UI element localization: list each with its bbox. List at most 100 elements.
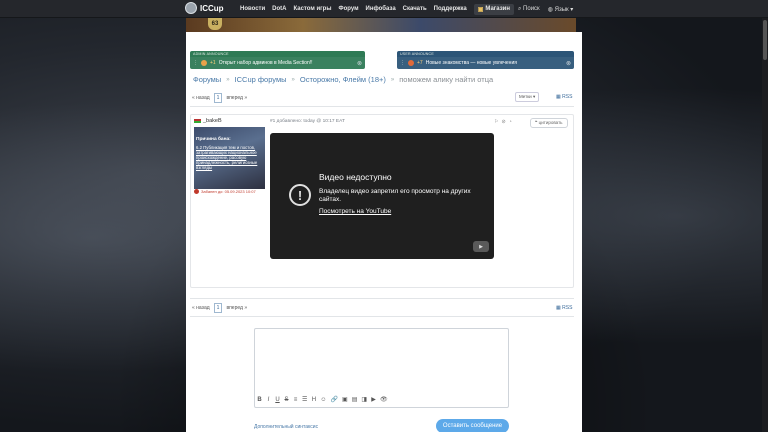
post-tools: ⚐ ⊘ ◔	[494, 119, 512, 125]
scrollbar[interactable]	[762, 18, 768, 432]
bold-icon[interactable]: B	[257, 397, 262, 403]
italic-icon[interactable]: I	[266, 397, 271, 403]
ignore-icon[interactable]: ⊘	[501, 119, 505, 125]
site-logo[interactable]: ICCup	[185, 2, 224, 14]
nav-support[interactable]: Поддержка	[434, 6, 467, 12]
rss-label: RSS	[562, 305, 573, 311]
link-icon[interactable]: 🔗	[331, 396, 338, 403]
breadcrumb-forums[interactable]: Форумы	[193, 75, 221, 84]
underline-icon[interactable]: U	[275, 397, 280, 403]
admin-announce-count: +1	[210, 60, 216, 66]
gallery-icon[interactable]: ▤	[352, 396, 358, 403]
pager-prev[interactable]: « назад	[192, 305, 210, 311]
ban-notice: Забанен до: 05.09.2023 10:07	[194, 189, 256, 194]
tags-label: Метки	[519, 94, 532, 99]
pager-next[interactable]: вперед »	[226, 95, 247, 101]
admin-announcement[interactable]: ADMIN ANNOUNCE ⋮ +1 Открыт набор админов…	[190, 51, 365, 69]
top-navigation: ICCup Новости DotA Кастом игры Форум Инф…	[0, 0, 768, 18]
header-banner	[186, 18, 576, 32]
alert-icon: !	[289, 184, 311, 206]
breadcrumb-iccup-forums[interactable]: ICCup форумы	[235, 75, 287, 84]
rss-link-top[interactable]: ▦ RSS	[556, 94, 572, 100]
scrollbar-thumb[interactable]	[763, 20, 767, 60]
nav-menu: Новости DotA Кастом игры Форум Инфобаза …	[240, 0, 514, 18]
report-icon[interactable]: ⚐	[494, 119, 498, 125]
youtube-link[interactable]: Посмотреть на YouTube	[319, 208, 391, 215]
warning-icon	[194, 189, 199, 194]
user-announce-text[interactable]: Новые знакомства — новые увлечения	[426, 60, 563, 66]
post-author[interactable]: _bakeB	[194, 118, 222, 124]
search-link[interactable]: ⌕ Поиск	[518, 6, 540, 13]
nav-download[interactable]: Скачать	[403, 6, 427, 12]
video-title: Видео недоступно	[319, 172, 392, 182]
pager-page[interactable]: 1	[213, 93, 223, 103]
rss-label: RSS	[562, 94, 573, 100]
pager-next[interactable]: вперед »	[226, 305, 247, 311]
language-link[interactable]: ◍ Язык ▾	[548, 6, 574, 13]
signal-icon[interactable]: ◔	[509, 119, 512, 125]
divider	[190, 298, 574, 299]
image-icon[interactable]: ▣	[342, 396, 348, 403]
admin-avatar-icon	[201, 60, 207, 66]
shop-icon: ▣	[477, 6, 484, 13]
globe-icon: ◍	[547, 6, 553, 13]
nav-shop-label: Магазин	[485, 6, 510, 12]
youtube-icon[interactable]: ▶	[473, 241, 489, 252]
ban-reason-text[interactable]: 6.2 Публикация тем и постов, затрагивающ…	[196, 145, 264, 170]
nav-infobase[interactable]: Инфобаза	[366, 6, 396, 12]
nav-custom-games[interactable]: Кастом игры	[294, 6, 332, 12]
video-description: Владелец видео запретил его просмотр на …	[319, 188, 471, 203]
breadcrumb-flame[interactable]: Осторожно, Флейм (18+)	[300, 75, 386, 84]
breadcrumb-current: поможем алику найти отца	[399, 75, 494, 84]
rss-icon: ▦	[556, 305, 561, 311]
submit-button[interactable]: Оставить сообщение	[436, 419, 509, 432]
heading-icon[interactable]: H	[311, 397, 316, 403]
pager-page[interactable]: 1	[213, 303, 223, 313]
nav-dota[interactable]: DotA	[272, 6, 286, 12]
rss-link-bottom[interactable]: ▦ RSS	[556, 305, 572, 311]
divider	[190, 316, 574, 317]
pin-icon: ⋮	[400, 60, 405, 66]
chevron-right-icon: »	[226, 76, 230, 83]
align-icon[interactable]: ≡	[293, 397, 298, 403]
search-icon: ⌕	[518, 5, 522, 12]
youtube-embed-icon[interactable]: ▶	[371, 396, 376, 403]
user-announcement[interactable]: USER ANNOUNCE ⋮ +7 Новые знакомства — но…	[397, 51, 574, 69]
user-avatar-card: Причина бана: 6.2 Публикация тем и посто…	[194, 127, 265, 189]
chevron-right-icon: »	[390, 76, 395, 83]
preview-eye-icon[interactable]: 👁	[380, 396, 388, 403]
post-author-name: _bakeB	[203, 118, 222, 124]
level-badge: 63	[208, 18, 222, 30]
language-label: Язык	[554, 6, 569, 13]
divider	[190, 106, 574, 107]
nav-forum[interactable]: Форум	[338, 6, 358, 12]
media-icon[interactable]: ◨	[361, 396, 367, 403]
tags-dropdown[interactable]: Метки ▾	[515, 92, 540, 102]
strikethrough-icon[interactable]: S	[284, 397, 289, 403]
list-icon[interactable]: ☰	[302, 396, 307, 403]
breadcrumb: Форумы » ICCup форумы » Осторожно, Флейм…	[193, 75, 493, 84]
logo-text: ICCup	[200, 3, 224, 13]
quote-label: цитировать	[538, 120, 563, 125]
pager-top: « назад 1 вперед »	[192, 91, 247, 105]
pager-bottom: « назад 1 вперед »	[192, 301, 247, 315]
nav-shop[interactable]: ▣ Магазин	[473, 3, 514, 15]
close-icon[interactable]: ⊗	[566, 60, 571, 67]
chevron-right-icon: »	[291, 76, 295, 83]
pager-prev[interactable]: « назад	[192, 95, 210, 101]
pin-icon: ⋮	[193, 60, 198, 66]
syntax-link[interactable]: Дополнительный синтаксис	[254, 424, 318, 430]
nav-right: ⌕ Поиск ◍ Язык ▾	[518, 0, 573, 18]
smiley-icon[interactable]: ☺	[320, 397, 326, 403]
post-meta: #1 добавлено: today @ 10:17 EAT	[270, 119, 345, 124]
user-avatar-icon	[408, 60, 414, 66]
admin-announce-text[interactable]: Открыт набор админов в Media Section!!	[219, 60, 354, 66]
user-announce-count: +7	[417, 60, 423, 66]
logo-icon	[185, 2, 197, 14]
nav-news[interactable]: Новости	[240, 6, 265, 12]
ban-reason-title: Причина бана:	[196, 137, 231, 142]
close-icon[interactable]: ⊗	[357, 60, 362, 67]
quote-button[interactable]: ❝ цитировать	[530, 118, 568, 128]
ban-text: Забанен до: 05.09.2023 10:07	[201, 189, 256, 194]
rss-icon: ▦	[556, 94, 561, 100]
